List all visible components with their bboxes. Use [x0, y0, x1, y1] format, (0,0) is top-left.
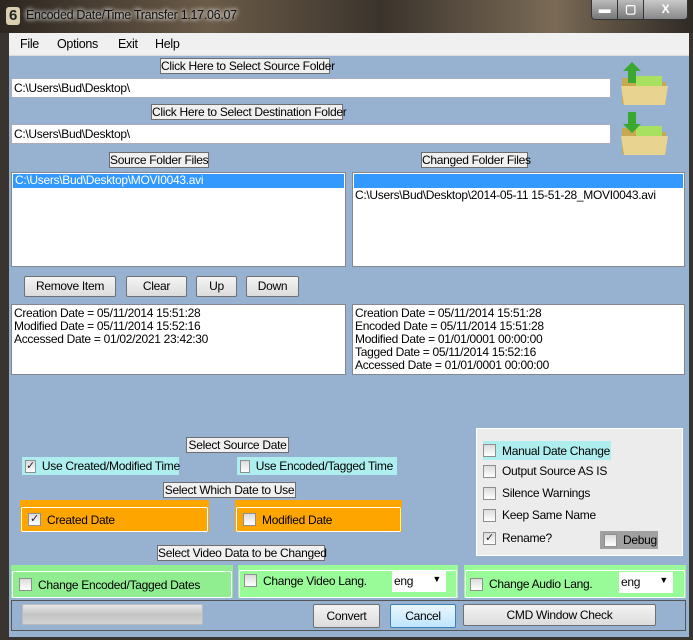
checkbox-label: Debug — [623, 533, 657, 547]
checkbox-label: Keep Same Name — [502, 508, 596, 522]
select-which-date-label: Select Which Date to Use — [163, 482, 296, 498]
audio-lang-group: Change Audio Lang. eng ▼ — [464, 565, 686, 598]
close-button[interactable]: X — [643, 0, 688, 20]
checkbox[interactable]: ✓ — [483, 531, 496, 545]
source-files-label: Source Folder Files — [109, 152, 209, 168]
checkbox[interactable]: ✓ — [25, 459, 36, 473]
menu-help[interactable]: Help — [155, 37, 180, 51]
checkbox[interactable] — [483, 508, 496, 522]
checkbox[interactable] — [243, 513, 256, 526]
checkbox-label: Output Source AS IS — [502, 464, 608, 478]
use-encoded-tagged-checkbox[interactable]: Use Encoded/Tagged Time — [237, 457, 397, 475]
created-date-checkbox[interactable]: ✓ Created Date — [21, 507, 208, 532]
dropdown-arrow-icon: ▼ — [659, 575, 668, 585]
checkbox[interactable] — [19, 578, 32, 591]
rename-checkbox[interactable]: ✓ Rename? — [483, 531, 552, 545]
menu-options[interactable]: Options — [57, 37, 98, 51]
checkbox-label: Change Encoded/Tagged Dates — [38, 577, 201, 592]
list-item[interactable] — [354, 174, 683, 188]
checkbox[interactable] — [470, 577, 483, 591]
checkbox-label: Change Video Lang. — [263, 574, 367, 588]
cancel-button[interactable]: Cancel — [390, 604, 456, 628]
modified-date-checkbox[interactable]: Modified Date — [236, 507, 401, 532]
audio-lang-select[interactable]: eng ▼ — [619, 572, 673, 593]
checkbox-label: Created Date — [47, 512, 115, 527]
maximize-button[interactable]: ▢ — [617, 0, 644, 20]
checkbox[interactable] — [240, 459, 250, 473]
checkbox-label: Use Created/Modified Time — [41, 459, 180, 473]
video-lang-select[interactable]: eng ▼ — [392, 571, 446, 592]
checkbox[interactable] — [604, 533, 617, 547]
list-item[interactable]: C:\Users\Bud\Desktop\2014-05-11 15-51-28… — [353, 188, 684, 202]
progress-bar — [22, 604, 203, 625]
folder-upload-icon[interactable] — [620, 62, 670, 106]
menu-bar — [9, 33, 689, 56]
options-panel: Manual Date Change Output Source AS IS S… — [476, 428, 683, 556]
select-video-data-label: Select Video Data to be Changed — [157, 545, 327, 561]
modified-date-group: Modified Date — [235, 500, 402, 532]
silence-warnings-checkbox[interactable]: Silence Warnings — [483, 486, 590, 500]
select-source-date-label: Select Source Date — [186, 437, 289, 453]
changed-info-box[interactable]: Creation Date = 05/11/2014 15:51:28 Enco… — [352, 304, 685, 375]
up-button[interactable]: Up — [196, 276, 237, 297]
app-icon: 6 — [6, 7, 20, 25]
created-date-group: ✓ Created Date — [20, 500, 209, 532]
checkbox[interactable] — [483, 486, 496, 500]
info-line: Accessed Date = 01/01/0001 00:00:00 — [355, 358, 549, 372]
checkbox-label: Manual Date Change — [502, 443, 611, 458]
list-item[interactable]: C:\Users\Bud\Desktop\MOVI0043.avi — [13, 174, 344, 188]
changed-files-label: Changed Folder Files — [421, 152, 531, 168]
checkbox[interactable] — [244, 574, 257, 587]
select-value: eng — [394, 574, 414, 588]
checkbox[interactable] — [483, 444, 496, 457]
checkbox[interactable] — [483, 464, 496, 478]
source-info-box[interactable]: Creation Date = 05/11/2014 15:51:28 Modi… — [11, 304, 346, 375]
remove-item-button[interactable]: Remove Item — [24, 276, 116, 297]
keep-same-name-checkbox[interactable]: Keep Same Name — [483, 508, 596, 522]
cmd-window-check-button[interactable]: CMD Window Check — [463, 604, 656, 626]
menu-file[interactable]: File — [20, 37, 39, 51]
source-files-list[interactable]: C:\Users\Bud\Desktop\MOVI0043.avi — [11, 172, 346, 267]
select-value: eng — [621, 575, 641, 589]
menu-exit[interactable]: Exit — [118, 37, 138, 51]
select-source-folder-button[interactable]: Click Here to Select Source Folder — [160, 58, 335, 74]
down-button[interactable]: Down — [246, 276, 299, 297]
checkbox-label: Change Audio Lang. — [489, 577, 593, 591]
destination-path-input[interactable]: C:\Users\Bud\Desktop\ — [11, 124, 611, 144]
info-line: Accessed Date = 01/02/2021 23:42:30 — [14, 332, 208, 346]
select-destination-folder-button[interactable]: Click Here to Select Destination Folder — [151, 104, 347, 120]
output-source-as-is-checkbox[interactable]: Output Source AS IS — [483, 464, 607, 478]
changed-files-list[interactable]: C:\Users\Bud\Desktop\2014-05-11 15-51-28… — [352, 172, 685, 267]
checkbox[interactable]: ✓ — [28, 513, 41, 526]
checkbox-label: Modified Date — [262, 512, 333, 527]
use-created-modified-checkbox[interactable]: ✓ Use Created/Modified Time — [22, 457, 180, 475]
convert-button[interactable]: Convert — [313, 604, 380, 628]
dropdown-arrow-icon: ▼ — [432, 574, 441, 584]
source-path-input[interactable]: C:\Users\Bud\Desktop\ — [11, 78, 611, 98]
checkbox-label: Use Encoded/Tagged Time — [255, 459, 394, 473]
change-dates-group: Change Encoded/Tagged Dates — [11, 565, 233, 598]
checkbox-label: Rename? — [502, 531, 552, 545]
window-title: Encoded Date/Time Transfer 1.17.06.07 — [26, 8, 237, 22]
minimize-button[interactable]: ▬ — [591, 0, 618, 20]
checkbox-label: Silence Warnings — [502, 486, 591, 500]
manual-date-change-checkbox[interactable]: Manual Date Change — [483, 441, 611, 460]
folder-download-icon[interactable] — [620, 112, 670, 156]
clear-button[interactable]: Clear — [126, 276, 187, 297]
video-lang-group: Change Video Lang. eng ▼ — [238, 565, 458, 598]
change-encoded-tagged-dates-checkbox[interactable]: Change Encoded/Tagged Dates — [12, 571, 232, 598]
debug-checkbox[interactable]: Debug — [600, 531, 658, 549]
